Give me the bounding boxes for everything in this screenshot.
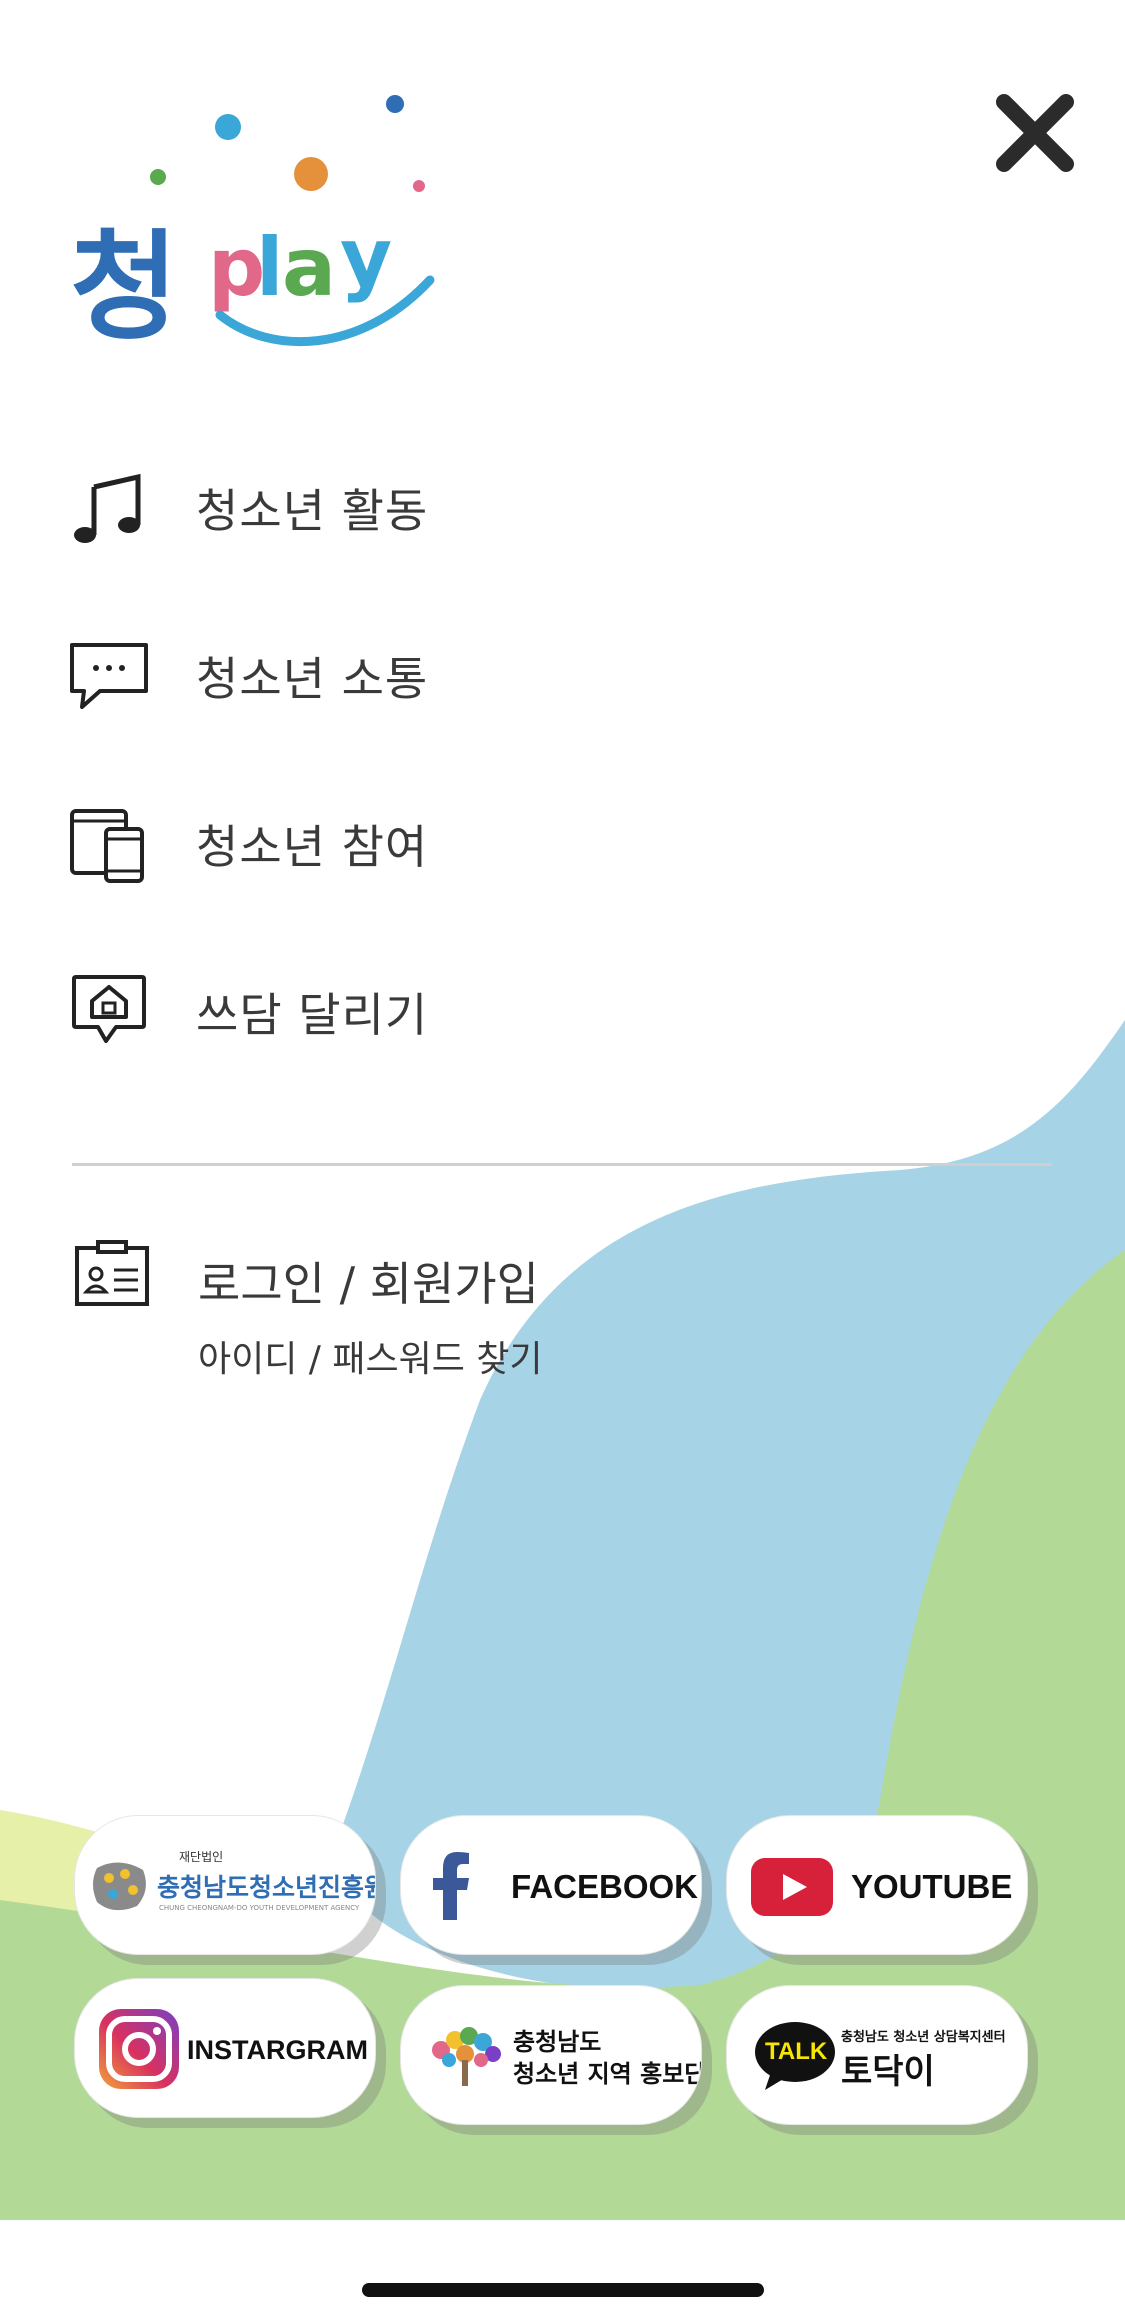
agency-name: 충청남도청소년진흥원 — [157, 1873, 376, 1902]
facebook-link-button[interactable]: FACEBOOK — [400, 1815, 702, 1955]
talk-badge: TALK — [765, 2038, 828, 2065]
agency-logo-icon — [93, 1862, 146, 1911]
menu-item-label: 청소년 활동 — [196, 484, 429, 538]
menu-item-youth-communication[interactable]: 청소년 소통 — [66, 616, 866, 736]
id-card-icon — [75, 1240, 149, 1306]
instagram-label: INSTARGRAM — [187, 2035, 368, 2065]
close-button[interactable] — [990, 88, 1080, 178]
menu-item-youth-participation[interactable]: 청소년 참여 — [66, 784, 866, 904]
instagram-icon — [99, 2009, 179, 2089]
svg-text:l: l — [256, 221, 283, 314]
promo-line1: 충청남도 — [513, 2028, 602, 2056]
chat-bubble-icon — [70, 643, 148, 709]
todak-subtitle: 충청남도 청소년 상담복지센터 — [841, 2030, 1006, 2045]
home-indicator[interactable] — [362, 2283, 764, 2297]
promo-line2: 청소년 지역 홍보단 — [513, 2060, 702, 2088]
tree-logo-icon — [432, 2027, 501, 2086]
menu-item-label: 청소년 참여 — [196, 820, 429, 874]
todak-name: 토닥이 — [841, 2052, 935, 2092]
youtube-icon — [751, 1858, 833, 1916]
home-bubble-icon — [72, 975, 146, 1043]
instagram-link-button[interactable]: INSTARGRAM — [74, 1978, 376, 2118]
agency-tag: 재단법인 — [179, 1850, 224, 1864]
facebook-icon — [433, 1852, 469, 1920]
music-note-icon — [74, 473, 141, 543]
youtube-label: YOUTUBE — [851, 1868, 1013, 1905]
menu-divider — [72, 1163, 1052, 1166]
svg-text:청: 청 — [70, 218, 179, 356]
menu-item-label: 청소년 소통 — [196, 652, 429, 706]
svg-text:a: a — [282, 221, 336, 314]
agency-english-name: CHUNG CHEONGNAM-DO YOUTH DEVELOPMENT AGE… — [159, 1904, 360, 1912]
menu-item-plogging[interactable]: 쓰담 달리기 — [66, 952, 866, 1072]
promo-group-link-button[interactable]: 충청남도 청소년 지역 홍보단 — [400, 1985, 702, 2125]
svg-text:y: y — [340, 211, 392, 304]
devices-icon — [70, 809, 144, 883]
youtube-link-button[interactable]: YOUTUBE — [726, 1815, 1028, 1955]
menu-item-youth-activity[interactable]: 청소년 활동 — [66, 448, 866, 568]
todak-link-button[interactable]: TALK 충청남도 청소년 상담복지센터 토닥이 — [726, 1985, 1028, 2125]
facebook-label: FACEBOOK — [511, 1868, 699, 1905]
agency-link-button[interactable]: 재단법인 충청남도청소년진흥원 CHUNG CHEONGNAM-DO YOUTH… — [74, 1815, 376, 1955]
find-id-password-link[interactable]: 아이디 / 패스워드 찾기 — [198, 1330, 543, 1382]
menu-item-label: 쓰담 달리기 — [196, 988, 429, 1042]
app-logo: 청 p l a y — [70, 95, 435, 356]
close-icon — [996, 94, 1074, 172]
login-signup-link[interactable]: 로그인 / 회원가입 — [198, 1248, 539, 1314]
